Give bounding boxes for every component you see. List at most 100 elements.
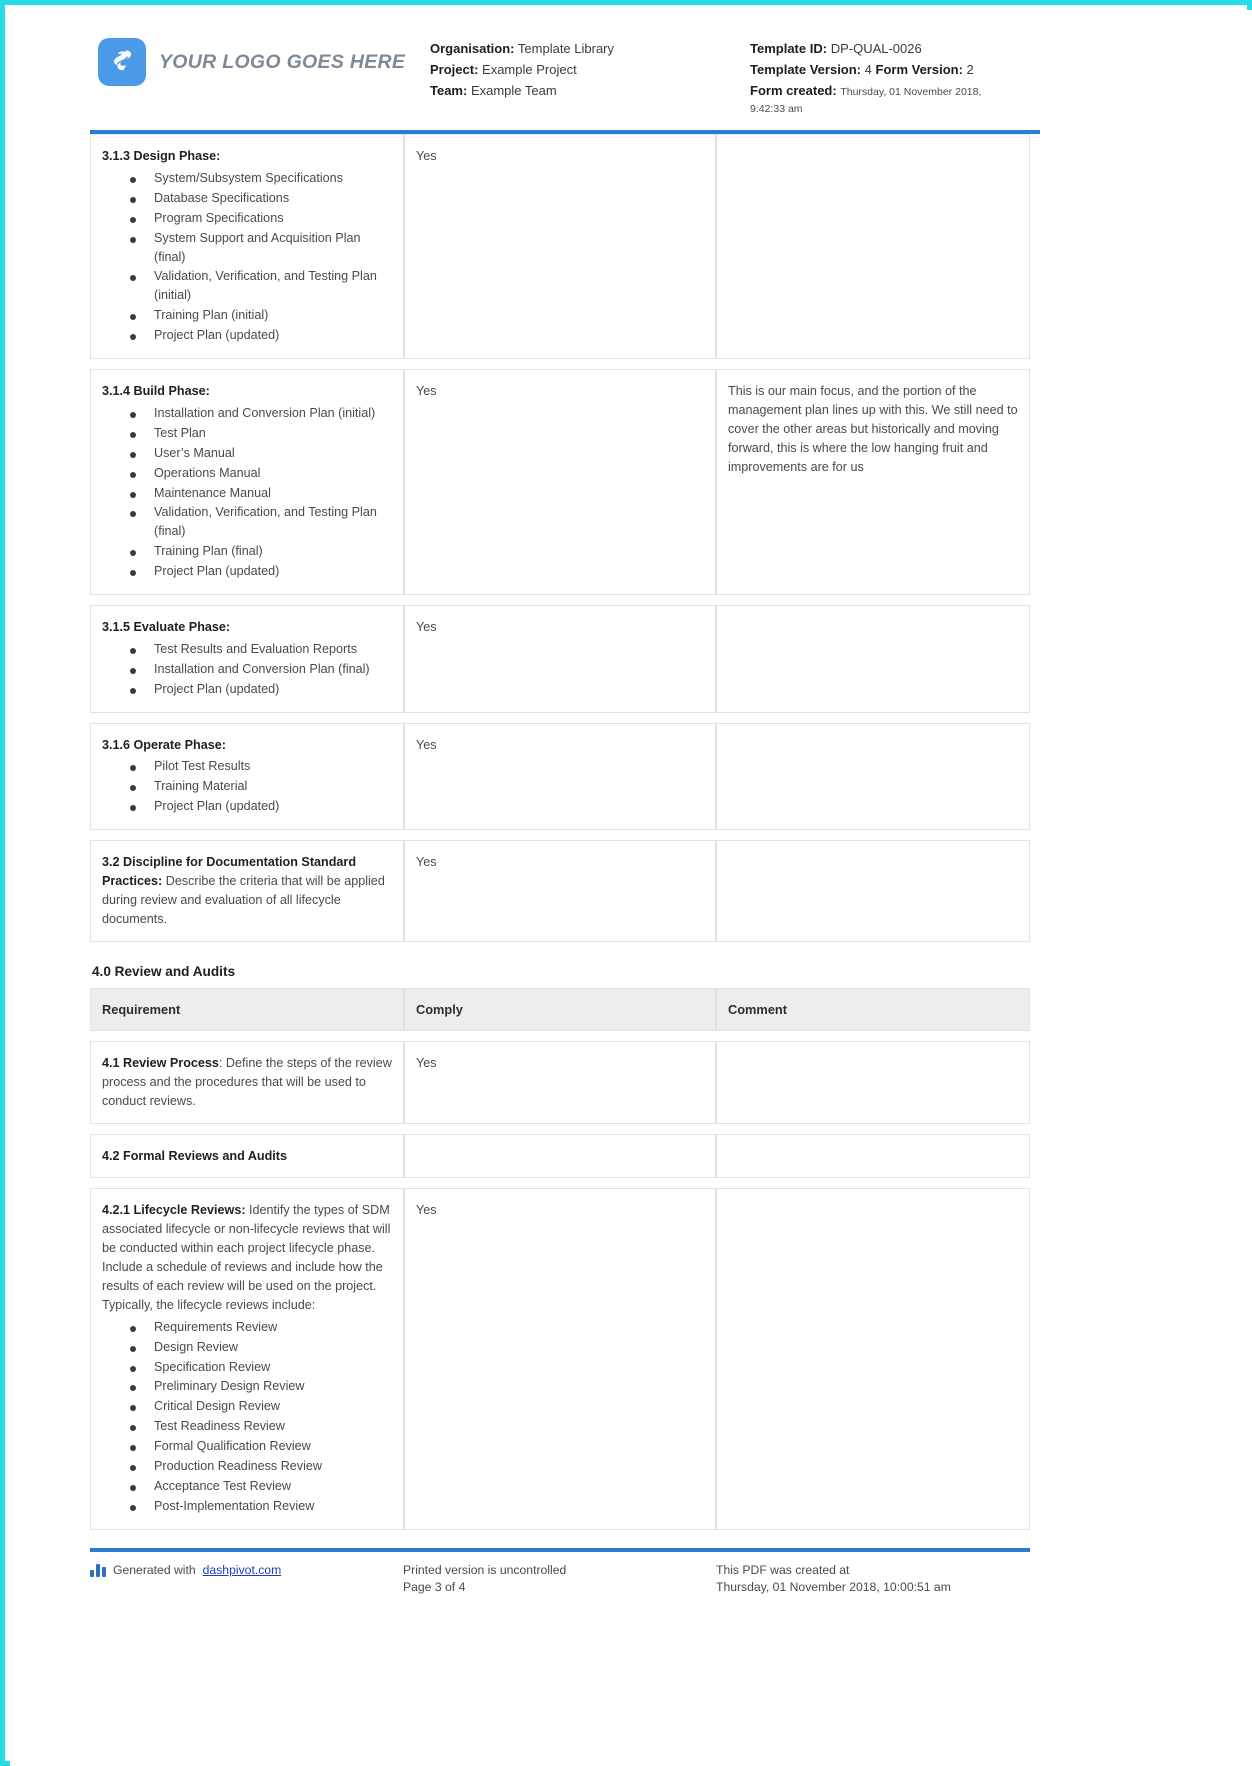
comment-cell: This is our main focus, and the portion …: [716, 369, 1030, 595]
list-item: Operations Manual: [130, 464, 392, 483]
list-item: Pilot Test Results: [130, 757, 392, 776]
list-item: Installation and Conversion Plan (final): [130, 660, 392, 679]
comment-cell: [716, 1040, 1030, 1124]
list-item: Training Plan (final): [130, 542, 392, 561]
header-meta-right: Template ID: DP-QUAL-0026 Template Versi…: [750, 38, 1040, 118]
bullet-list: Test Results and Evaluation Reports Inst…: [102, 640, 392, 699]
row-spacer-cell: [90, 359, 1030, 370]
section4-heading: 4.0 Review and Audits: [92, 963, 236, 979]
printed-uncontrolled-text: Printed version is uncontrolled: [403, 1562, 567, 1577]
row-title: 4.1 Review Process: [102, 1055, 219, 1070]
requirement-cell: 3.2 Discipline for Documentation Standar…: [90, 840, 404, 942]
template-version-line: Template Version: 4 Form Version: 2: [750, 59, 1040, 80]
form-version-label: Form Version:: [875, 62, 963, 78]
comply-cell: Yes: [404, 604, 716, 713]
list-item: Test Results and Evaluation Reports: [130, 640, 392, 659]
logo-text: YOUR LOGO GOES HERE: [159, 50, 406, 73]
row-title: 3.1.6 Operate Phase:: [102, 737, 226, 752]
table-row: 3.1.3 Design Phase: System/Subsystem Spe…: [90, 134, 1030, 360]
column-header-requirement: Requirement: [90, 987, 404, 1031]
list-item: Design Review: [130, 1338, 392, 1357]
row-spacer: [90, 594, 1030, 605]
row-spacer: [90, 1123, 1030, 1134]
generated-with-line: Generated with dashpivot.com: [90, 1562, 403, 1580]
document-header: YOUR LOGO GOES HERE Organisation: Templa…: [90, 20, 1040, 118]
project-value: Example Project: [482, 62, 577, 78]
list-item: System Support and Acquisition Plan (fin…: [130, 229, 392, 267]
requirement-cell: 3.1.6 Operate Phase: Pilot Test Results …: [90, 722, 404, 831]
dashpivot-link[interactable]: dashpivot.com: [203, 1562, 282, 1580]
list-item: Test Plan: [130, 424, 392, 443]
template-version-value: 4: [864, 62, 872, 78]
list-item: Specification Review: [130, 1358, 392, 1377]
comment-cell: [716, 840, 1030, 942]
form-version-value: 2: [966, 62, 974, 78]
table-row: 3.1.4 Build Phase: Installation and Conv…: [90, 369, 1030, 595]
row-title: 3.1.5 Evaluate Phase:: [102, 619, 231, 634]
pdf-created-timestamp: Thursday, 01 November 2018, 10:00:51 am: [716, 1580, 951, 1595]
project-line: Project: Example Project: [430, 59, 750, 80]
row-spacer-cell: [90, 712, 1030, 723]
organisation-line: Organisation: Template Library: [430, 38, 750, 59]
list-item: Program Specifications: [130, 209, 392, 228]
page-content: YOUR LOGO GOES HERE Organisation: Templa…: [90, 20, 1040, 1597]
list-item: Production Readiness Review: [130, 1457, 392, 1476]
logo-block: YOUR LOGO GOES HERE: [90, 38, 430, 86]
bullet-list: Installation and Conversion Plan (initia…: [102, 404, 392, 581]
list-item: Project Plan (updated): [130, 797, 392, 816]
list-item: Validation, Verification, and Testing Pl…: [130, 503, 392, 541]
list-item: Training Material: [130, 777, 392, 796]
list-item: User’s Manual: [130, 444, 392, 463]
row-spacer-cell: [90, 1123, 1030, 1134]
generated-prefix: Generated with: [113, 1562, 196, 1577]
comply-cell: Yes: [404, 722, 716, 831]
template-version-label: Template Version:: [750, 62, 862, 78]
list-item: Preliminary Design Review: [130, 1377, 392, 1396]
comment-cell: [716, 1133, 1030, 1179]
list-item: Acceptance Test Review: [130, 1477, 392, 1496]
row-title: 3.1.4 Build Phase:: [102, 384, 210, 399]
row-spacer: [90, 1030, 1030, 1041]
comply-cell: Yes: [404, 369, 716, 595]
list-item: Requirements Review: [130, 1318, 392, 1337]
footer-printed-col: Printed version is uncontrolled Page 3 o…: [403, 1562, 716, 1597]
team-line: Team: Example Team: [430, 80, 750, 101]
row-spacer-cell: [90, 1178, 1030, 1189]
list-item: Maintenance Manual: [130, 484, 392, 503]
requirement-cell: 4.2 Formal Reviews and Audits: [90, 1133, 404, 1179]
requirement-cell: 4.1 Review Process: Define the steps of …: [90, 1040, 404, 1124]
table-row: 3.2 Discipline for Documentation Standar…: [90, 840, 1030, 942]
requirement-cell: 3.1.5 Evaluate Phase: Test Results and E…: [90, 604, 404, 713]
list-item: Database Specifications: [130, 189, 392, 208]
row-spacer: [90, 359, 1030, 370]
column-header-comply: Comply: [404, 987, 716, 1031]
list-item: Training Plan (initial): [130, 306, 392, 325]
comply-cell: Yes: [404, 1188, 716, 1530]
row-spacer-cell: [90, 1030, 1030, 1041]
row-spacer-cell: [90, 594, 1030, 605]
row-spacer: [90, 830, 1030, 841]
template-id-value: DP-QUAL-0026: [830, 41, 922, 56]
bullet-list: Pilot Test Results Training Material Pro…: [102, 757, 392, 816]
requirement-cell: 3.1.4 Build Phase: Installation and Conv…: [90, 369, 404, 595]
form-created-time: 9:42:33 am: [750, 103, 803, 116]
list-item: Project Plan (updated): [130, 326, 392, 345]
list-item: Project Plan (updated): [130, 680, 392, 699]
bullet-list: Requirements Review Design Review Specif…: [102, 1318, 392, 1516]
page-border: YOUR LOGO GOES HERE Organisation: Templa…: [0, 0, 1252, 1766]
requirement-cell: 4.2.1 Lifecycle Reviews: Identify the ty…: [90, 1188, 404, 1530]
template-id-label: Template ID:: [750, 41, 828, 56]
row-title: 3.1.3 Design Phase:: [102, 149, 221, 164]
table-row: 4.2 Formal Reviews and Audits: [90, 1133, 1030, 1179]
header-meta-left: Organisation: Template Library Project: …: [430, 38, 750, 101]
section4-table: Requirement Comply Comment 4.1 Review Pr…: [90, 987, 1030, 1530]
row-spacer: [90, 1178, 1030, 1189]
comment-cell: [716, 722, 1030, 831]
row-spacer: [90, 712, 1030, 723]
table-row: 3.1.6 Operate Phase: Pilot Test Results …: [90, 722, 1030, 831]
page-number-text: Page 3 of 4: [403, 1580, 466, 1595]
project-label: Project:: [430, 62, 479, 78]
document-footer: Generated with dashpivot.com Printed ver…: [90, 1552, 1030, 1597]
comply-cell: Yes: [404, 840, 716, 942]
list-item: Post-Implementation Review: [130, 1497, 392, 1516]
